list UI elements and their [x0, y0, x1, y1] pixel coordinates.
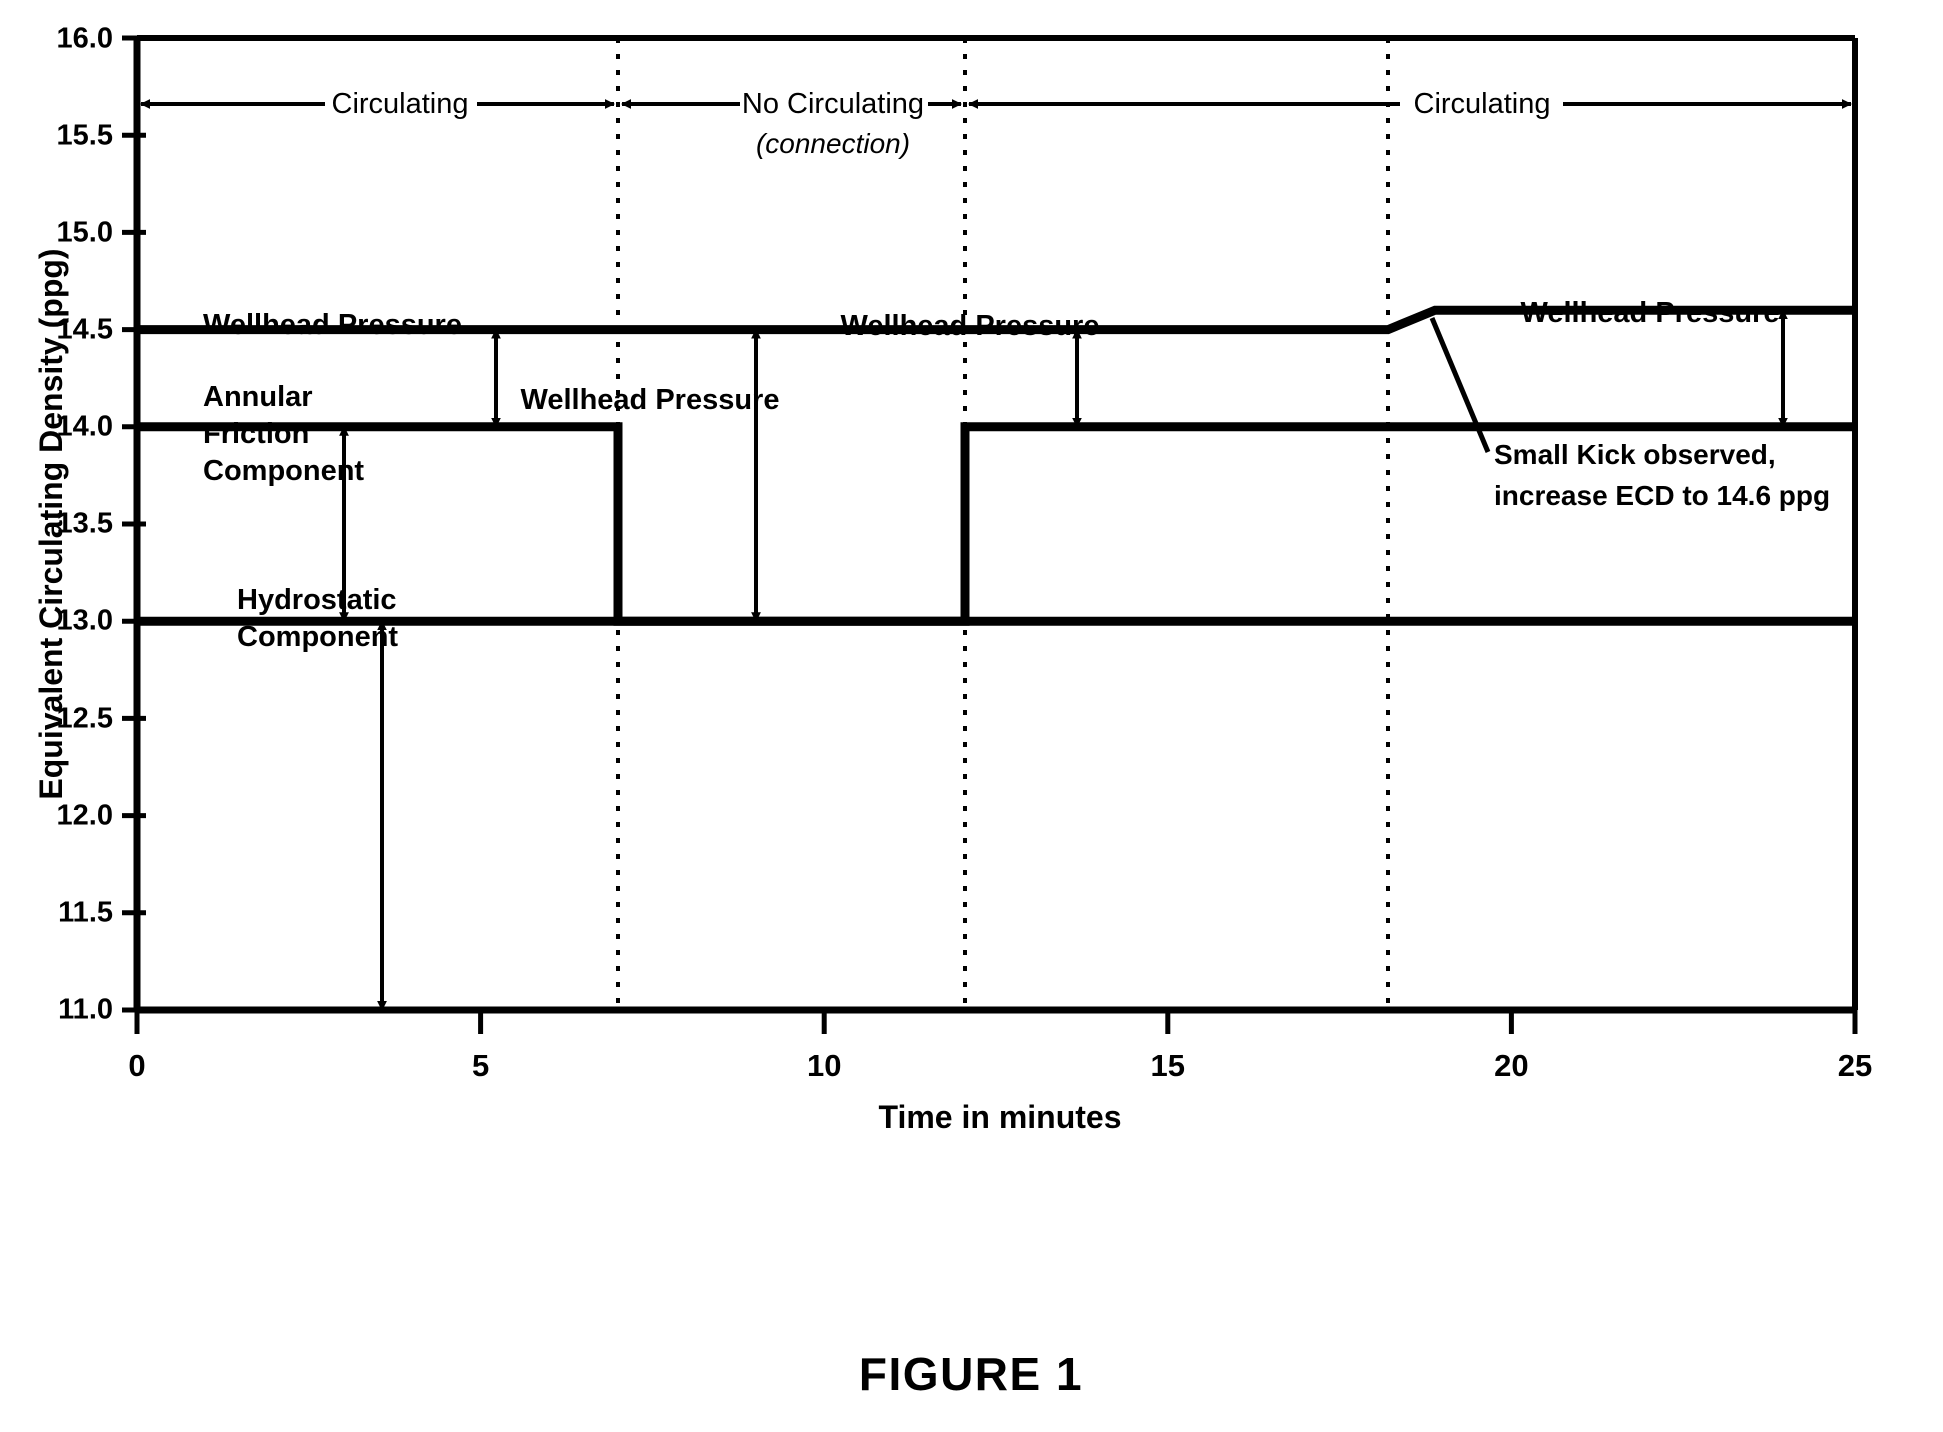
- y-axis-title: Equivalent Circulating Density (ppg): [33, 248, 69, 799]
- wellhead-pressure-2-label: Wellhead Pressure: [521, 384, 780, 416]
- kick-callout-annotation: Small Kick observed, increase ECD to 14.…: [1429, 317, 1830, 511]
- y-tick-label: 11.5: [58, 897, 113, 929]
- phase-2-sublabel: (connection): [756, 128, 910, 159]
- wellhead-pressure-4-label: Wellhead Pressure: [1521, 297, 1780, 329]
- wellhead-pressure-4-annotation: Wellhead Pressure: [1521, 297, 1788, 428]
- phase-2-label: No Circulating: [742, 88, 924, 120]
- hydrostatic-component-label-line1: Hydrostatic: [237, 584, 397, 616]
- y-tick-label: 12.0: [57, 800, 113, 832]
- y-tick-label: 15.0: [57, 217, 113, 249]
- kick-callout-line1: Small Kick observed,: [1494, 439, 1776, 470]
- x-tick-label: 25: [1838, 1048, 1872, 1083]
- x-axis-title: Time in minutes: [878, 1099, 1121, 1135]
- hydrostatic-component-annotation: Hydrostatic Component: [237, 584, 398, 1011]
- wellhead-pressure-2-annotation: Wellhead Pressure: [521, 328, 780, 623]
- kick-callout-leader: [1429, 317, 1491, 453]
- x-tick-label: 10: [807, 1048, 841, 1083]
- wellhead-pressure-3-label: Wellhead Pressure: [841, 310, 1100, 342]
- phase-1-label: Circulating: [332, 88, 469, 120]
- hydrostatic-component-label-line2: Component: [237, 621, 398, 653]
- y-tick-label: 15.5: [57, 120, 113, 152]
- annular-friction-label-line1: Annular: [203, 381, 313, 413]
- phase-dividers: [616, 38, 1390, 1010]
- figure-caption: FIGURE 1: [859, 1348, 1083, 1400]
- ecd-chart: 11.0 11.5 12.0 12.5 13.0 13.5 14.0 14.5 …: [33, 23, 1872, 1400]
- x-tick-label: 5: [472, 1048, 489, 1083]
- annular-friction-label-line2: Friction: [203, 418, 309, 450]
- figure-container: 11.0 11.5 12.0 12.5 13.0 13.5 14.0 14.5 …: [0, 0, 1943, 1432]
- x-tick-label: 20: [1494, 1048, 1528, 1083]
- x-tick-label: 0: [128, 1048, 145, 1083]
- phase-annotations: Circulating No Circulating (connection) …: [140, 88, 1852, 159]
- x-tick-label: 15: [1151, 1048, 1185, 1083]
- y-tick-label: 16.0: [57, 23, 113, 55]
- x-tick-marks: [134, 1010, 1858, 1034]
- wellhead-pressure-3-annotation: Wellhead Pressure: [841, 310, 1100, 428]
- x-tick-labels: 0 5 10 15 20 25: [128, 1048, 1872, 1083]
- y-tick-label: 11.0: [58, 994, 113, 1026]
- kick-callout-line2: increase ECD to 14.6 ppg: [1494, 480, 1830, 511]
- annular-friction-label-line3: Component: [203, 455, 364, 487]
- plot-frame: [133, 35, 1858, 1014]
- phase-3-label: Circulating: [1414, 88, 1551, 120]
- wellhead-pressure-1-label: Wellhead Pressure: [203, 309, 462, 341]
